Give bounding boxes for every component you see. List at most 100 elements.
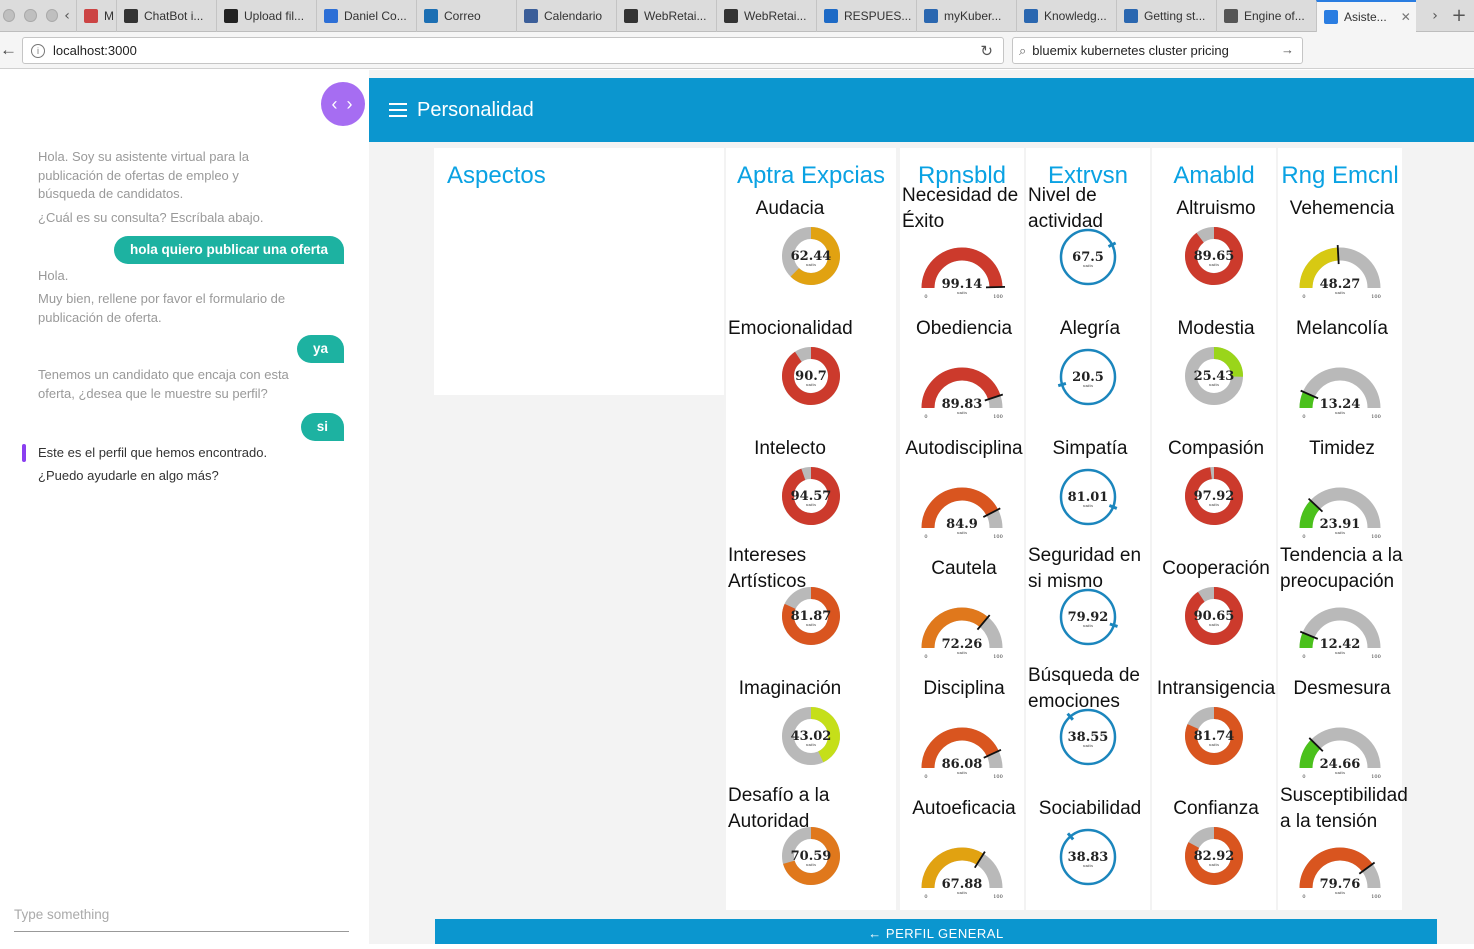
trait-gauge: 25.43 units Modestia <box>1152 318 1276 438</box>
general-profile-button[interactable]: ← PERFIL GENERAL <box>435 919 1437 944</box>
bot-message-line: Hola. Soy su asistente virtual para la <box>38 149 249 164</box>
gauge-fill <box>1299 391 1315 409</box>
user-message: si <box>300 413 344 441</box>
browser-tab[interactable]: M <box>76 0 116 32</box>
trait-gauge: 90.65 units Cooperación <box>1152 558 1276 678</box>
trait-label: Intransigencia <box>1156 678 1276 699</box>
trait-label: Obediencia <box>915 318 1013 339</box>
gauge-unit: units <box>1335 650 1345 655</box>
browser-tab[interactable]: Getting st... <box>1116 0 1216 32</box>
gauge-unit: units <box>1335 770 1345 775</box>
user-message: ya <box>296 335 344 363</box>
trait-column: Amabld 89.65 units Altruismo 25.43 units Modes… <box>1152 148 1276 910</box>
trait-gauge: 97.92 units Compasión <box>1152 438 1276 558</box>
close-tab-icon[interactable]: ✕ <box>1401 10 1411 24</box>
gauge-fill <box>1299 739 1321 769</box>
trait-label: Altruismo <box>1176 198 1256 219</box>
gauge-chart: 20.5units <box>1057 348 1117 406</box>
tab-label: Knowledg... <box>1044 8 1107 23</box>
browser-tab[interactable]: Asiste... ✕ <box>1316 0 1416 32</box>
chat-input[interactable]: Type something <box>14 907 349 932</box>
browser-tab[interactable]: Daniel Co... <box>316 0 416 32</box>
new-tab-icon[interactable]: + <box>1444 5 1474 26</box>
trait-label: Compasión <box>1167 438 1265 459</box>
browser-tab[interactable]: WebRetai... <box>716 0 816 32</box>
current-message-marker <box>22 444 26 462</box>
tab-list: M ChatBot i... Upload fil... Daniel Co... Co… <box>76 0 1426 32</box>
trait-label: Audacia <box>755 198 825 219</box>
gauge-unit: units <box>1335 290 1345 295</box>
gauge-unit: units <box>957 410 967 415</box>
bot-message-line: búsqueda de candidatos. <box>38 186 184 201</box>
trait-gauge: 0 100 89.83 units Obediencia <box>900 318 1024 438</box>
code-toggle-button[interactable]: ‹ › <box>321 82 365 126</box>
gauge-chart: 25.43units <box>1185 347 1243 405</box>
gauge-unit: units <box>1083 263 1093 268</box>
browser-tab[interactable]: Upload fil... <box>216 0 316 32</box>
trait-label: Autodisciplina <box>905 438 1023 459</box>
trait-gauge: 0 100 79.76 units Susceptibilidad a la tensi… <box>1278 785 1408 918</box>
gauge-unit: units <box>806 382 816 387</box>
bot-message-line: ¿Cuál es su consulta? Escríbala abajo. <box>38 210 264 225</box>
maximize-window-button[interactable] <box>45 9 58 22</box>
gauge-unit: units <box>806 502 816 507</box>
gauge-max-label: 100 <box>1371 774 1381 780</box>
browser-tab[interactable]: ChatBot i... <box>116 0 216 32</box>
browser-tab[interactable]: Knowledg... <box>1016 0 1116 32</box>
minimize-window-button[interactable] <box>24 9 37 22</box>
trait-label: Susceptibilidad a la tensión <box>1280 785 1408 832</box>
search-bar[interactable]: ⌕ bluemix kubernetes cluster pricing → <box>1012 37 1303 64</box>
github-icon <box>224 8 238 23</box>
bot-message-line: ¿Puedo ayudarle en algo más? <box>38 468 219 483</box>
close-window-button[interactable] <box>3 9 16 22</box>
browser-tab[interactable]: WebRetai... <box>616 0 716 32</box>
trait-label: Desmesura <box>1293 678 1391 699</box>
gauge-unit: units <box>957 290 967 295</box>
reload-icon[interactable]: ↻ <box>980 42 993 60</box>
browser-tab[interactable]: Correo <box>416 0 516 32</box>
tab-label: Correo <box>444 8 481 23</box>
trait-label: Modestia <box>1177 318 1255 339</box>
gauge-chart: 90.7units <box>782 347 840 405</box>
gauge-max-label: 100 <box>1371 294 1381 300</box>
tab-label: WebRetai... <box>644 8 707 23</box>
gauge-max-label: 100 <box>1371 534 1381 540</box>
trait-gauge: 81.87 units Intereses Artísticos <box>726 545 896 678</box>
browser-tab[interactable]: RESPUES... <box>816 0 916 32</box>
gauge-unit: units <box>1335 530 1345 535</box>
gauge-chart: 0 10023.91units <box>1299 487 1381 540</box>
trait-gauge: 90.7 units Emocionalidad <box>726 318 896 438</box>
bluemix-icon <box>1024 8 1038 23</box>
gauge-unit: units <box>957 770 967 775</box>
back-arrow-icon[interactable]: ← <box>0 40 17 60</box>
tab-label: M <box>104 8 114 23</box>
tab-label: Asiste... <box>1344 9 1387 24</box>
chat-panel: ‹ › Hola. Soy su asistente virtual para … <box>0 70 369 944</box>
tab-scroll-left-icon[interactable]: ‹ <box>58 8 76 24</box>
bot-message-line: Tenemos un candidato que encaja con esta <box>38 367 289 382</box>
gauge-unit: units <box>1335 410 1345 415</box>
bot-message-line: oferta, ¿desea que le muestre su perfil? <box>38 385 268 401</box>
bluemix-icon <box>1124 8 1138 23</box>
browser-tab[interactable]: Calendario <box>516 0 616 32</box>
browser-tab[interactable]: myKuber... <box>916 0 1016 32</box>
gauge-unit: units <box>1083 383 1093 388</box>
trait-label: Alegría <box>1059 318 1121 339</box>
trait-label: Cooperación <box>1162 558 1270 579</box>
trait-label: Tendencia a la preocupación <box>1280 545 1403 592</box>
user-message: hola quiero publicar una oferta <box>113 236 344 264</box>
gauge-max-label: 100 <box>1371 414 1381 420</box>
trait-gauge: 0 100 67.88 units Autoeficacia <box>900 798 1024 918</box>
browser-tab[interactable]: Engine of... <box>1216 0 1316 32</box>
search-go-icon[interactable]: → <box>1281 42 1294 57</box>
hamburger-menu-icon[interactable] <box>389 103 407 117</box>
gauge-chart: 82.92units <box>1185 827 1243 885</box>
column-title: Aptra Expcias <box>736 162 886 189</box>
gauge-chart: 81.01units <box>1059 468 1118 526</box>
tab-scroll-right-icon[interactable]: › <box>1426 8 1444 24</box>
gauge-chart: 38.83units <box>1059 828 1117 886</box>
gauge-chart: 0 10024.66units <box>1299 727 1381 780</box>
site-info-icon[interactable]: i <box>31 43 45 58</box>
url-bar[interactable]: i localhost:3000 ↻ <box>22 37 1004 64</box>
box-icon <box>824 8 838 23</box>
